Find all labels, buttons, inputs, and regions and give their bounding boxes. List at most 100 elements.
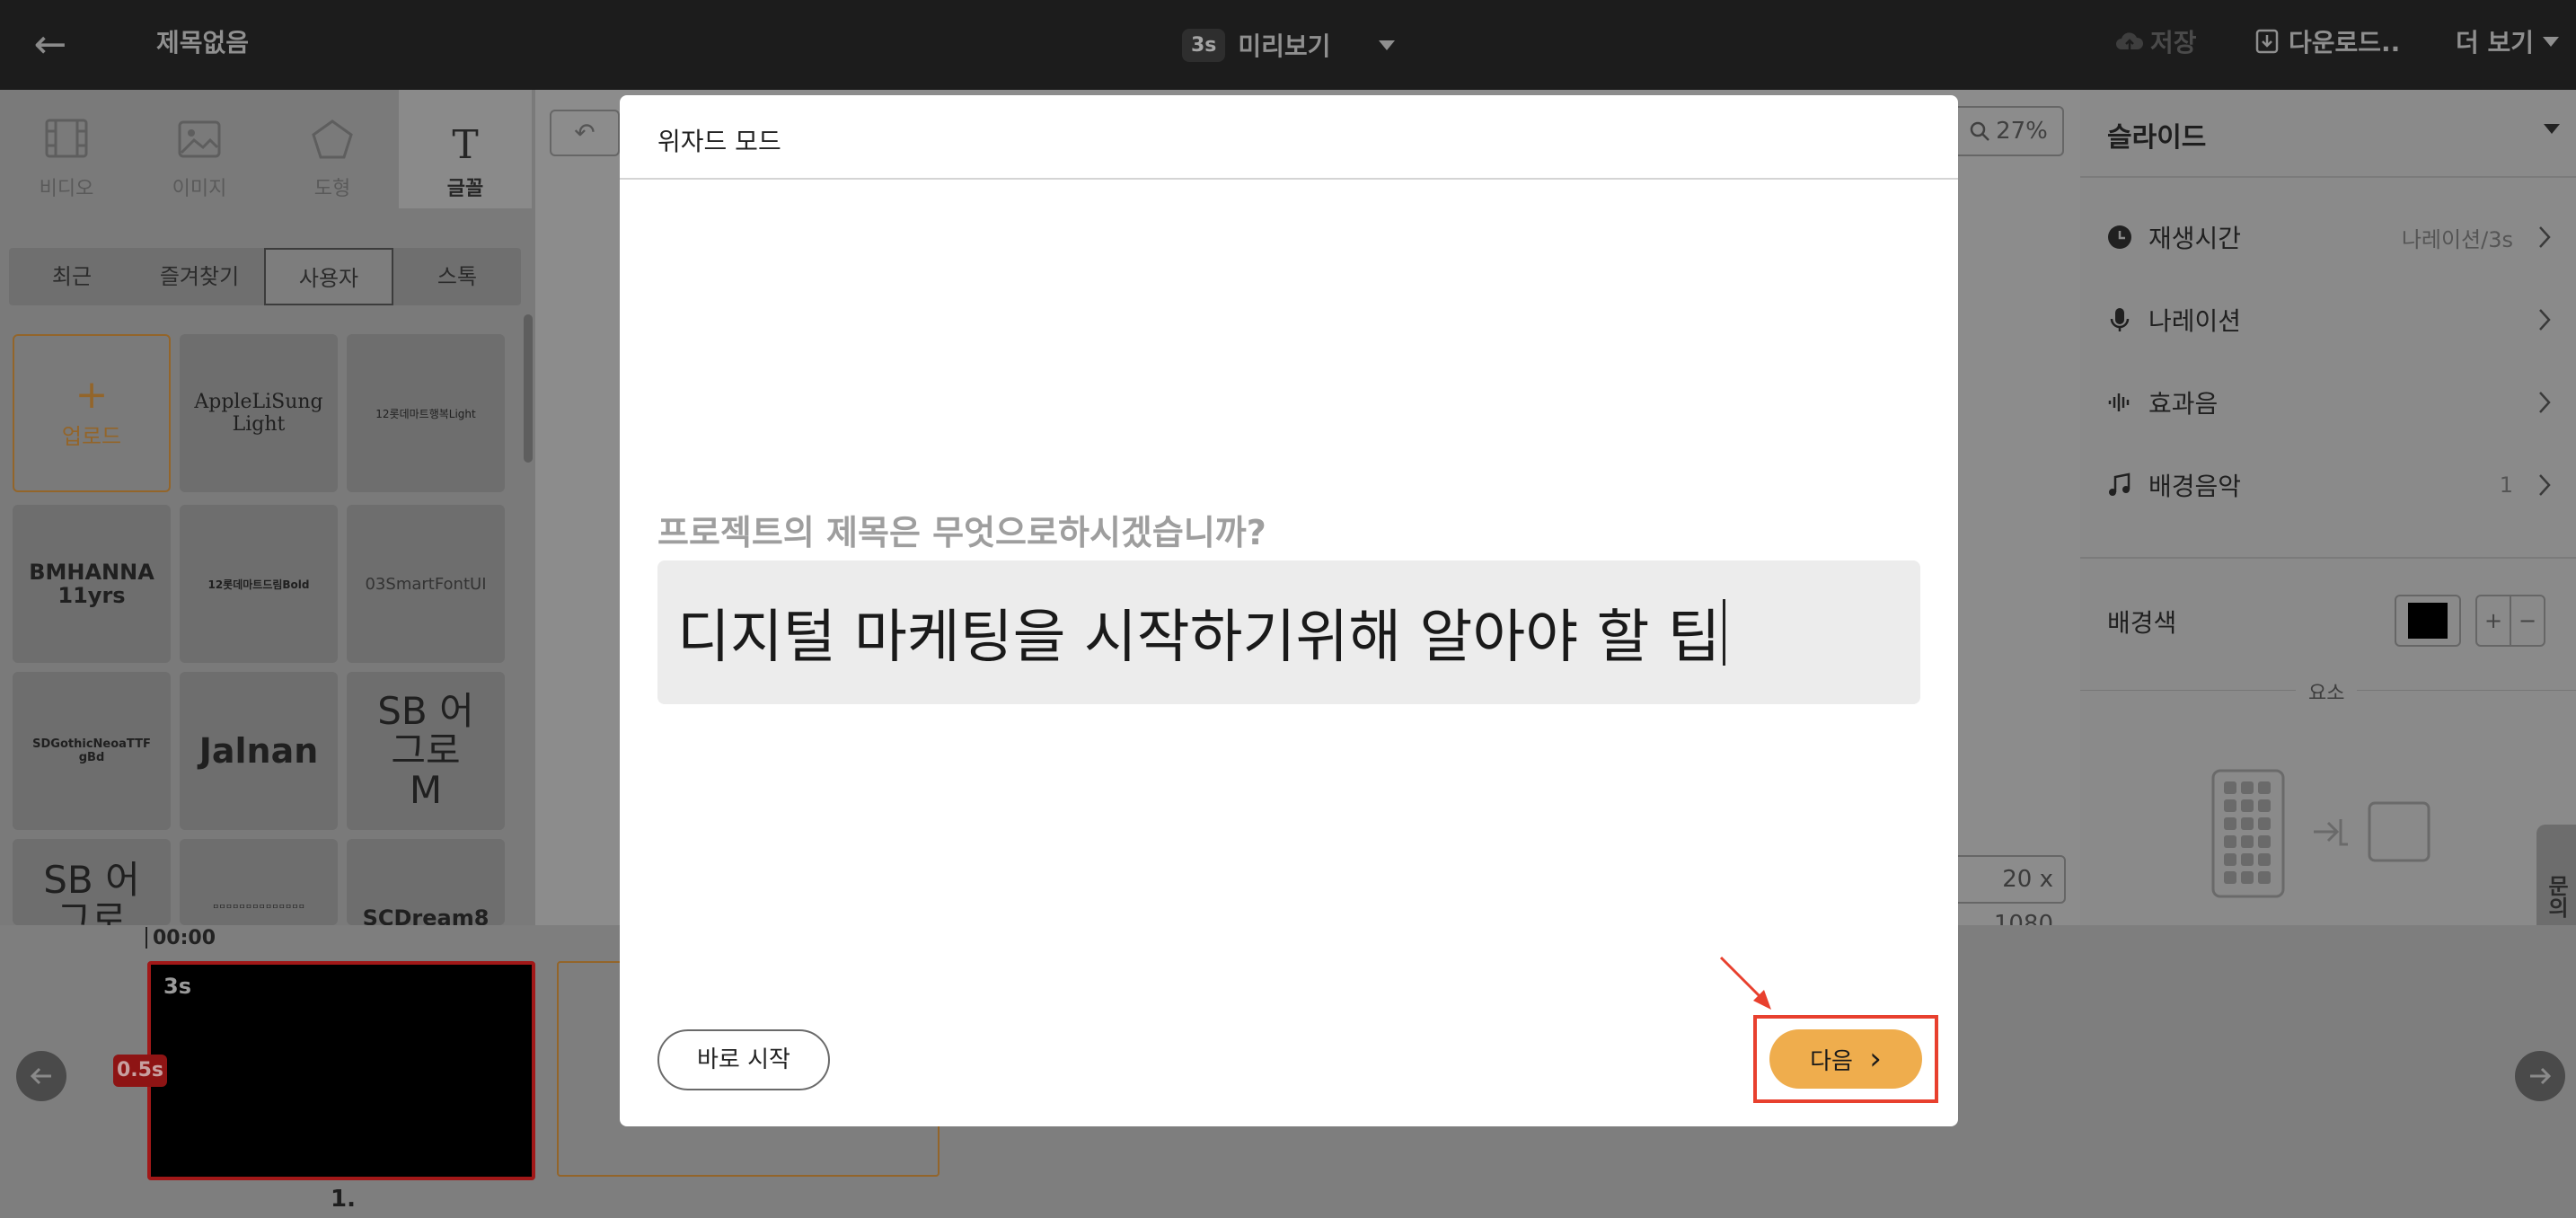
chevron-down-icon[interactable] xyxy=(2544,124,2560,134)
chevron-down-icon xyxy=(2543,36,2560,47)
bg-color-fill xyxy=(2408,603,2448,639)
narration-label: 나레이션 xyxy=(2148,306,2242,336)
clip-index: 1. xyxy=(331,1186,356,1213)
tab-favorites[interactable]: 즐겨찾기 xyxy=(135,248,264,305)
divider xyxy=(2080,176,2576,178)
font-item[interactable]: 12롯데마트드림Bold xyxy=(180,505,338,663)
sound-effect-label: 효과음 xyxy=(2148,389,2219,419)
more-button[interactable]: 더 보기 xyxy=(2456,23,2560,59)
cloud-upload-icon xyxy=(2116,32,2143,49)
chevron-right-icon: › xyxy=(1869,1041,1882,1077)
music-note-icon xyxy=(2109,472,2130,496)
wizard-modal: 위자드 모드 프로젝트의 제목은 무엇으로하시겠습니까? 디지털 마케팅을 시작… xyxy=(620,95,1958,1126)
tab-user[interactable]: 사용자 xyxy=(264,248,393,305)
tab-shape-label: 도형 xyxy=(313,178,351,200)
slide-section-title: 슬라이드 xyxy=(2107,122,2207,154)
font-item[interactable]: ㅁㅁㅁㅁㅁㅁㅁㅁㅁㅁㅁㅁㅁㅁ xyxy=(180,839,338,925)
timeline-next-button[interactable] xyxy=(2515,1051,2565,1101)
save-label: 저장 xyxy=(2150,28,2197,57)
download-label: 다운로드.. xyxy=(2289,28,2401,57)
bg-color-label: 배경색 xyxy=(2107,608,2177,638)
add-color-button[interactable]: + xyxy=(2475,595,2511,647)
font-list-scrollbar[interactable] xyxy=(524,314,533,463)
back-button[interactable]: ← xyxy=(25,20,75,70)
soundwave-icon xyxy=(2108,393,2130,411)
zoom-value: 27% xyxy=(1996,118,2048,145)
font-category-tabs: 최근 즐겨찾기 사용자 스톡 xyxy=(9,248,521,305)
plus-icon: + xyxy=(75,371,109,418)
bgm-value: 1 xyxy=(2499,472,2513,498)
transition-badge[interactable]: 0.5s xyxy=(113,1055,167,1087)
bg-color-swatch[interactable] xyxy=(2395,595,2461,647)
pentagon-icon xyxy=(266,119,399,172)
duration-row[interactable]: 재생시간 나레이션/3s xyxy=(2107,210,2551,264)
download-button[interactable]: 다운로드.. xyxy=(2254,23,2400,59)
divider xyxy=(2080,557,2576,559)
bgm-label: 배경음악 xyxy=(2148,472,2242,501)
timeline-time: 00:00 xyxy=(153,927,216,949)
project-title-value: 디지털 마케팅을 시작하기위해 알아야 할 팁 xyxy=(677,605,1721,671)
chevron-right-icon xyxy=(2539,474,2551,496)
next-label: 다음 xyxy=(1810,1048,1853,1075)
save-button[interactable]: 저장 xyxy=(2116,23,2197,59)
chevron-right-icon xyxy=(2539,309,2551,331)
chevron-right-icon xyxy=(2539,226,2551,248)
upload-label: 업로드 xyxy=(61,423,122,449)
elements-label: 요소 xyxy=(2296,677,2358,706)
modal-title: 위자드 모드 xyxy=(657,127,781,156)
top-bar: ← 제목없음 3s 미리보기 저장 다운로드.. 더 보기 xyxy=(0,0,2576,90)
upload-font-button[interactable]: + 업로드 xyxy=(13,334,171,492)
chevron-down-icon xyxy=(1379,40,1396,50)
tab-recent[interactable]: 최근 xyxy=(9,248,135,305)
arrow-left-icon xyxy=(30,1067,51,1085)
font-item[interactable]: SB 어그로 M xyxy=(347,672,505,830)
font-item[interactable]: AppleLiSung Light xyxy=(180,334,338,492)
search-icon xyxy=(1970,121,1989,141)
modal-divider xyxy=(620,178,1958,180)
tab-video[interactable]: 비디오 xyxy=(0,90,133,208)
clock-icon xyxy=(2108,225,2131,249)
narration-row[interactable]: 나레이션 xyxy=(2107,293,2551,347)
playhead[interactable] xyxy=(146,927,147,949)
start-now-button[interactable]: 바로 시작 xyxy=(657,1029,830,1090)
preview-duration-badge: 3s xyxy=(1182,28,1226,62)
font-item[interactable]: SDGothicNeoaTTF gBd xyxy=(13,672,171,830)
download-icon xyxy=(2255,29,2279,54)
document-title[interactable]: 제목없음 xyxy=(156,23,249,59)
tab-video-label: 비디오 xyxy=(39,178,94,200)
resolution-button[interactable]: 20 x 1080 xyxy=(1949,855,2066,938)
film-icon xyxy=(0,119,133,172)
remove-color-button[interactable]: − xyxy=(2510,595,2545,647)
zoom-control[interactable]: 27% xyxy=(1953,106,2064,156)
bgm-row[interactable]: 배경음악 1 xyxy=(2107,458,2551,512)
font-item[interactable]: SB 어그로 xyxy=(13,839,171,925)
left-panel: 비디오 이미지 도형 T 글꼴 최근 즐겨찾기 사용자 스톡 + 업로드 App… xyxy=(0,90,535,925)
slide-clip[interactable]: 3s xyxy=(147,961,535,1180)
duration-label: 재생시간 xyxy=(2148,224,2242,253)
font-item[interactable]: 03SmartFontUI xyxy=(347,505,505,663)
arrow-right-icon xyxy=(2530,1067,2552,1085)
font-item[interactable]: BMHANNA 11yrs xyxy=(13,505,171,663)
undo-button[interactable]: ↶ xyxy=(550,110,620,156)
tab-image[interactable]: 이미지 xyxy=(133,90,266,208)
tab-image-label: 이미지 xyxy=(172,178,227,200)
font-item[interactable]: 12롯데마트행복Light xyxy=(347,334,505,492)
text-cursor xyxy=(1722,599,1725,666)
sound-effect-row[interactable]: 효과음 xyxy=(2107,375,2551,429)
tab-font-label: 글꼴 xyxy=(446,178,484,200)
timeline-prev-button[interactable] xyxy=(16,1051,66,1101)
microphone-icon xyxy=(2110,308,2130,331)
tab-font[interactable]: T 글꼴 xyxy=(399,90,532,208)
font-item[interactable]: Jalnan xyxy=(180,672,338,830)
text-icon: T xyxy=(452,122,479,168)
project-title-question: 프로젝트의 제목은 무엇으로하시겠습니까? xyxy=(657,513,1266,552)
font-item[interactable]: SCDream8 xyxy=(347,839,505,925)
tab-stock[interactable]: 스톡 xyxy=(393,248,521,305)
project-title-input[interactable]: 디지털 마케팅을 시작하기위해 알아야 할 팁 xyxy=(657,560,1920,704)
preview-dropdown[interactable]: 3s 미리보기 xyxy=(1182,22,1396,68)
next-button[interactable]: 다음 › xyxy=(1769,1029,1922,1089)
preview-label: 미리보기 xyxy=(1238,31,1331,61)
more-label: 더 보기 xyxy=(2456,28,2535,57)
tab-shape[interactable]: 도형 xyxy=(266,90,399,208)
elements-illustration xyxy=(2211,769,2430,898)
